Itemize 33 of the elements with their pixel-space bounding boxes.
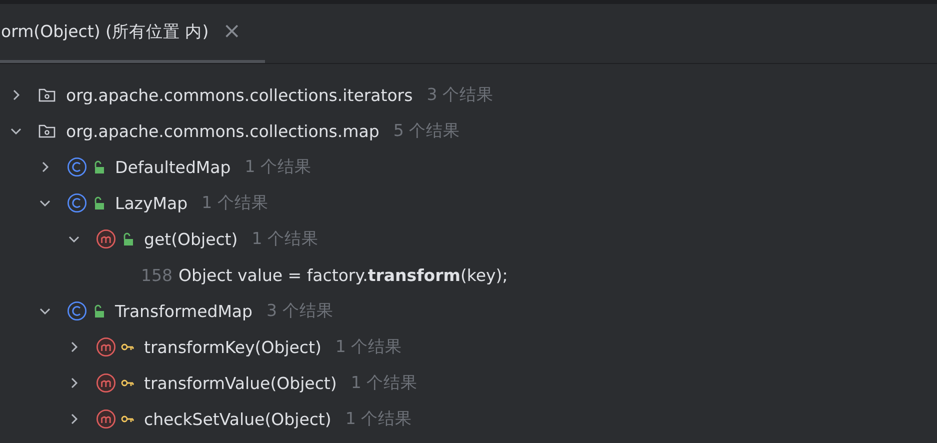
method-icon: [96, 337, 116, 357]
method-icon: [96, 373, 116, 393]
class-name[interactable]: DefaultedMap: [115, 158, 231, 176]
package-folder-icon: [38, 123, 56, 139]
method-icon: [96, 409, 116, 429]
class-icon: [67, 157, 87, 177]
package-name[interactable]: org.apache.commons.collections.iterators: [66, 86, 413, 104]
method-name[interactable]: transformValue(Object): [144, 374, 337, 392]
result-count: 1 个结果: [244, 156, 312, 178]
close-button[interactable]: ×: [222, 21, 242, 43]
package-folder-icon: [38, 87, 56, 103]
result-count: 1 个结果: [252, 228, 318, 250]
result-count: 5 个结果: [393, 120, 460, 142]
class-icon: [67, 301, 87, 321]
result-count: 3 个结果: [266, 300, 334, 322]
method-icon: [96, 229, 116, 249]
class-name[interactable]: TransformedMap: [115, 302, 253, 320]
search-results-tab[interactable]: orm(Object) (所有位置 内) ×: [0, 4, 266, 63]
method-name[interactable]: transformKey(Object): [144, 338, 322, 356]
result-count: 1 个结果: [345, 408, 412, 430]
method-name[interactable]: get(Object): [144, 230, 238, 248]
package-name[interactable]: org.apache.commons.collections.map: [66, 122, 380, 140]
line-number: 158: [141, 266, 172, 284]
result-count: 1 个结果: [202, 192, 268, 214]
result-count: 1 个结果: [335, 336, 402, 358]
result-count: 1 个结果: [350, 372, 418, 394]
class-name[interactable]: LazyMap: [115, 194, 188, 212]
method-name[interactable]: checkSetValue(Object): [144, 410, 332, 428]
tab-title: orm(Object) (所有位置 内): [1, 21, 209, 43]
result-count: 3 个结果: [426, 84, 494, 106]
code-line: Object value = factory.transform(key);: [178, 266, 508, 284]
class-icon: [67, 193, 87, 213]
usage-row[interactable]: 158 Object value = factory.transform(key);: [0, 257, 937, 293]
